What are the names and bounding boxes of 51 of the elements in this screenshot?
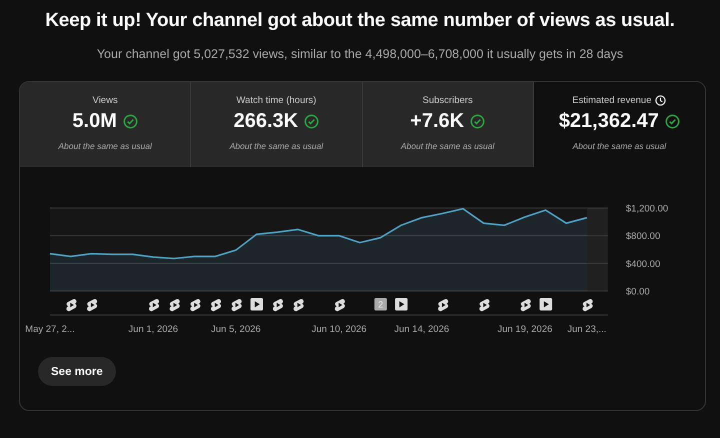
short-video-icon[interactable] (272, 299, 284, 312)
check-icon (122, 114, 138, 129)
short-video-icon[interactable] (190, 299, 200, 312)
short-video-icon[interactable] (582, 299, 593, 312)
check-icon (470, 114, 486, 129)
short-video-icon[interactable] (170, 299, 180, 312)
metric-tab[interactable]: Watch time (hours) 266.3K About the same as usual (191, 82, 362, 167)
metric-value: $21,362.47 (558, 110, 659, 133)
short-video-icon[interactable] (479, 299, 490, 312)
y-tick-label: $1,200.00 (626, 204, 668, 214)
play-icon[interactable] (250, 298, 263, 310)
short-video-icon[interactable] (294, 299, 304, 312)
metric-note: About the same as usual (400, 141, 494, 151)
metric-tab[interactable]: Views 5.0M About the same as usual (20, 82, 192, 167)
check-icon (664, 114, 680, 129)
clock-icon[interactable] (655, 95, 666, 106)
see-more-button[interactable]: See more (38, 357, 116, 386)
metric-value: 5.0M (72, 110, 117, 133)
summary-text: Your channel got 5,027,532 views, similar to the 4,498,000–6,708,000 it usually gets in 28 days (96, 47, 624, 61)
metric-label: Estimated revenue (572, 95, 652, 106)
metric-label: Subscribers (422, 95, 473, 106)
metric-value: +7.6K (410, 110, 464, 133)
metric-note: About the same as usual (58, 141, 152, 151)
play-icon[interactable] (540, 298, 552, 310)
headline: Keep it up! Your channel got about the same number of views as usual. (45, 10, 675, 32)
short-video-icon[interactable] (232, 299, 242, 312)
x-tick-label: Jun 5, 2026 (211, 324, 261, 335)
x-tick-label: Jun 1, 2026 (128, 324, 178, 335)
x-tick-label: Jun 23,... (567, 324, 606, 335)
metric-note: About the same as usual (230, 141, 324, 151)
metric-value: 266.3K (234, 110, 298, 133)
short-video-icon[interactable] (520, 299, 531, 312)
x-tick-label: May 27, 2... (25, 324, 75, 335)
short-video-icon[interactable] (210, 299, 222, 312)
metric-note: About the same as usual (572, 141, 666, 151)
play-icon[interactable] (395, 298, 408, 310)
x-tick-label: Jun 19, 2026 (497, 324, 552, 335)
short-video-icon[interactable] (87, 299, 98, 312)
y-tick-label: $0.00 (626, 286, 650, 298)
short-video-icon[interactable] (66, 299, 77, 312)
short-video-icon[interactable] (438, 299, 448, 312)
metric-label: Watch time (hours) (236, 95, 316, 106)
metric-tab[interactable]: Subscribers +7.6K About the same as usual (362, 82, 534, 167)
short-video-icon[interactable] (334, 299, 345, 312)
short-video-icon[interactable] (149, 299, 160, 312)
check-icon (304, 114, 320, 129)
x-tick-label: Jun 10, 2026 (312, 324, 367, 335)
x-tick-label: Jun 14, 2026 (394, 324, 450, 335)
metric-label: Views (92, 95, 118, 106)
y-tick-label: $800.00 (626, 231, 660, 242)
y-tick-label: $400.00 (626, 258, 660, 270)
